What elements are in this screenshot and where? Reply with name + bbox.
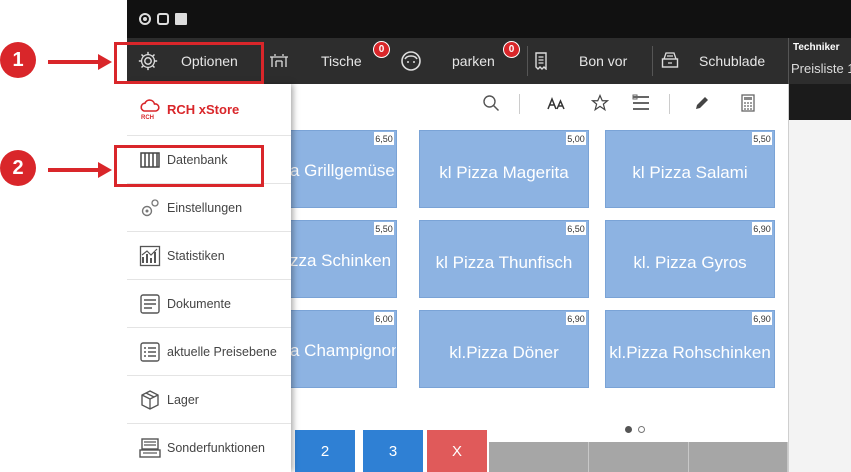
warehouse-icon [141, 390, 159, 410]
price-level-icon [140, 342, 160, 362]
price-list-label: Preisliste 1 [791, 61, 851, 76]
menu-item-sonderfunktionen[interactable]: Sonderfunktionen [127, 424, 291, 472]
tables-label: Tische [321, 53, 362, 69]
product-price: 5,00 [566, 132, 586, 145]
tables-button[interactable]: Tische 0 [267, 38, 392, 84]
park-button[interactable]: parken 0 [397, 38, 527, 84]
tables-count-badge: 0 [373, 41, 390, 58]
toolbar-divider [527, 46, 528, 76]
product-name: kl Pizza Magerita [439, 163, 569, 182]
receipt-pane-header [789, 84, 851, 120]
product-price: 6,90 [566, 312, 586, 325]
product-price: 5,50 [752, 132, 772, 145]
page-indicator [625, 426, 649, 436]
product-name: kl.Pizza Döner [449, 343, 559, 362]
receipt-pane [788, 84, 851, 472]
status-block-icon [175, 13, 187, 25]
menu-item-label: Lager [167, 392, 199, 407]
product-price: 6,50 [566, 222, 586, 235]
options-menu: RCH RCH xStore Datenbank Einstellungen S… [127, 84, 291, 472]
product-name: a Champignon [290, 341, 397, 360]
product-button[interactable]: 5,50 kl Pizza Salami [605, 130, 775, 208]
menu-item-label: RCH xStore [167, 102, 240, 117]
callout-arrow-1 [48, 54, 112, 70]
cash-drawer-label: Schublade [699, 53, 766, 69]
callout-badge-1: 1 [0, 42, 36, 78]
key-2[interactable]: 2 [295, 430, 355, 472]
highlight-options [114, 42, 264, 84]
statistics-icon [139, 245, 161, 267]
product-button[interactable]: 5,00 kl Pizza Magerita [419, 130, 589, 208]
list-icon[interactable] [630, 92, 652, 114]
product-price: 6,50 [374, 132, 394, 145]
page-dot[interactable] [638, 426, 645, 433]
highlight-datenbank [114, 145, 264, 187]
bon-preview-label: Bon vor [579, 53, 628, 69]
menu-item-dokumente[interactable]: Dokumente [127, 280, 291, 328]
status-square-icon [157, 13, 169, 25]
product-button[interactable]: 6,90 kl. Pizza Gyros [605, 220, 775, 298]
product-price: 5,50 [374, 222, 394, 235]
status-bar [127, 0, 851, 38]
menu-item-label: Sonderfunktionen [167, 441, 265, 455]
search-icon[interactable] [480, 92, 502, 114]
park-count-badge: 0 [503, 41, 520, 58]
waiter-icon [401, 51, 421, 71]
function-key[interactable] [489, 442, 589, 472]
menu-item-rch-xstore[interactable]: RCH RCH xStore [127, 84, 291, 136]
product-price: 6,90 [752, 312, 772, 325]
text-size-icon[interactable] [545, 92, 567, 114]
product-tools [287, 84, 788, 124]
user-name: Techniker [793, 42, 840, 53]
callout-arrow-2 [48, 162, 112, 178]
menu-item-label: aktuelle Preisebene [167, 344, 277, 359]
product-name: kl Pizza Salami [632, 163, 748, 182]
menu-item-einstellungen[interactable]: Einstellungen [127, 184, 291, 232]
menu-item-aktuelle-preisebene[interactable]: aktuelle Preisebene [127, 328, 291, 376]
menu-item-lager[interactable]: Lager [127, 376, 291, 424]
calculator-icon[interactable] [737, 92, 759, 114]
receipt-icon [535, 52, 547, 70]
key-3[interactable]: 3 [363, 430, 423, 472]
cash-drawer-button[interactable]: Schublade [657, 38, 785, 84]
menu-item-label: Einstellungen [167, 200, 243, 215]
product-price: 6,00 [374, 312, 394, 325]
screenshot-stage: 1 2 Optionen Tische 0 parken 0 Bon vor S… [0, 0, 851, 472]
pencil-icon[interactable] [691, 92, 713, 114]
product-name: kl Pizza Thunfisch [435, 253, 573, 272]
key-cancel[interactable]: X [427, 430, 487, 472]
rch-cloud-icon: RCH [140, 99, 160, 120]
svg-text:RCH: RCH [141, 115, 154, 120]
callout-badge-2: 2 [0, 150, 36, 186]
product-name: a Grillgemüse [290, 161, 395, 180]
function-key[interactable] [589, 442, 689, 472]
tool-divider [669, 94, 670, 114]
documents-icon [140, 294, 160, 314]
settings-icon [141, 199, 159, 217]
page-dot-active[interactable] [625, 426, 632, 433]
product-name: kl.Pizza Rohschinken [609, 343, 771, 362]
star-icon[interactable] [589, 92, 611, 114]
park-label: parken [452, 53, 495, 69]
product-button[interactable]: 6,90 kl.Pizza Rohschinken [605, 310, 775, 388]
product-button[interactable]: 6,90 kl.Pizza Döner [419, 310, 589, 388]
function-key[interactable] [689, 442, 788, 472]
menu-item-label: Statistiken [167, 248, 225, 263]
bon-preview-button[interactable]: Bon vor [532, 38, 652, 84]
user-panel[interactable]: Techniker Preisliste 1 [788, 38, 851, 84]
tool-divider [519, 94, 520, 114]
tables-icon [270, 54, 288, 67]
product-button[interactable]: 6,50 kl Pizza Thunfisch [419, 220, 589, 298]
special-functions-icon [139, 438, 161, 458]
menu-item-label: Dokumente [167, 296, 231, 311]
cash-drawer-icon [661, 52, 679, 68]
toolbar-divider [652, 46, 653, 76]
menu-item-statistiken[interactable]: Statistiken [127, 232, 291, 280]
product-name: kl. Pizza Gyros [633, 253, 747, 272]
product-name: zza Schinken [290, 251, 392, 270]
status-circle-icon [139, 13, 151, 25]
product-price: 6,90 [752, 222, 772, 235]
